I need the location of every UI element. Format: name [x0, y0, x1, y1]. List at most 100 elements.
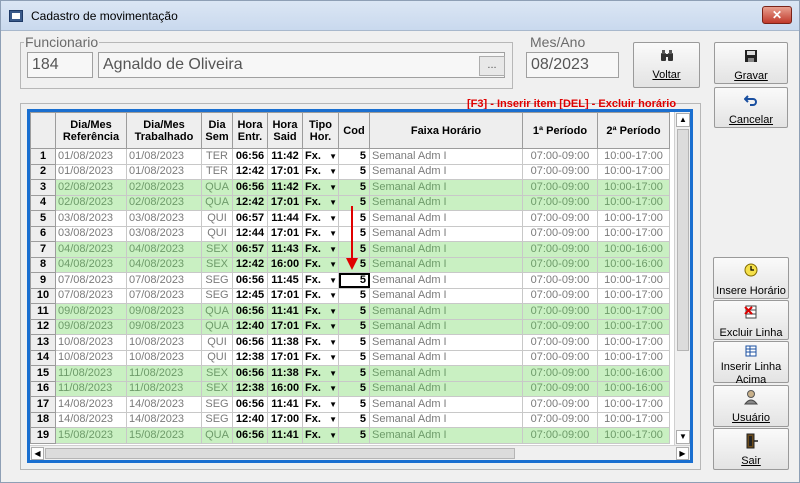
dropdown-arrow-icon[interactable]: ▼ — [329, 243, 337, 256]
table-row[interactable]: 1 01/08/2023 01/08/2023 TER 06:56 11:42 Fx. ▼ 5 S… — [30, 148, 670, 165]
cell-data-referencia[interactable]: 07/08/2023 — [55, 287, 127, 304]
column-header[interactable]: Dia Sem — [201, 112, 233, 149]
cell-dia-semana[interactable]: SEG — [201, 396, 233, 413]
cell-primeiro-periodo[interactable]: 07:00-09:00 — [522, 163, 598, 180]
column-header[interactable]: Faixa Horário — [369, 112, 523, 149]
cell-tipo-horario[interactable]: Fx. ▼ — [302, 427, 339, 444]
cell-tipo-horario[interactable]: Fx. ▼ — [302, 225, 339, 242]
dropdown-arrow-icon[interactable]: ▼ — [329, 196, 337, 209]
cell-dia-semana[interactable]: QUI — [201, 210, 233, 227]
dropdown-arrow-icon[interactable]: ▼ — [329, 398, 337, 411]
cell-dia-semana[interactable]: QUI — [201, 349, 233, 366]
table-row[interactable]: 17 14/08/2023 14/08/2023 SEG 06:56 11:41 Fx. ▼ 5… — [30, 396, 670, 413]
cell-segundo-periodo[interactable]: 10:00-17:00 — [597, 194, 670, 211]
cell-hora-entrada[interactable]: 06:57 — [232, 210, 268, 227]
cell-codigo[interactable]: 5 — [338, 303, 370, 320]
cell-dia-semana[interactable]: QUI — [201, 225, 233, 242]
cell-primeiro-periodo[interactable]: 07:00-09:00 — [522, 194, 598, 211]
cell-hora-saida[interactable]: 11:42 — [267, 179, 303, 196]
cell-segundo-periodo[interactable]: 10:00-17:00 — [597, 427, 670, 444]
cell-hora-saida[interactable]: 17:01 — [267, 194, 303, 211]
row-number[interactable]: 3 — [30, 179, 56, 196]
cell-segundo-periodo[interactable]: 10:00-16:00 — [597, 380, 670, 397]
cell-faixa-horario[interactable]: Semanal Adm I — [369, 334, 523, 351]
cell-data-trabalhado[interactable]: 09/08/2023 — [126, 303, 202, 320]
dropdown-arrow-icon[interactable]: ▼ — [329, 212, 337, 225]
dropdown-arrow-icon[interactable]: ▼ — [329, 274, 337, 287]
cell-dia-semana[interactable]: QUA — [201, 318, 233, 335]
cell-segundo-periodo[interactable]: 10:00-16:00 — [597, 241, 670, 258]
cell-codigo[interactable]: 5 — [338, 179, 370, 196]
funcionario-name-field[interactable]: Agnaldo de Oliveira — [98, 52, 505, 78]
cell-data-trabalhado[interactable]: 09/08/2023 — [126, 318, 202, 335]
cell-hora-entrada[interactable]: 12:42 — [232, 194, 268, 211]
row-number[interactable]: 16 — [30, 380, 56, 397]
cell-primeiro-periodo[interactable]: 07:00-09:00 — [522, 225, 598, 242]
cell-data-trabalhado[interactable]: 01/08/2023 — [126, 148, 202, 165]
cell-segundo-periodo[interactable]: 10:00-17:00 — [597, 318, 670, 335]
cell-tipo-horario[interactable]: Fx. ▼ — [302, 241, 339, 258]
table-row[interactable]: 12 09/08/2023 09/08/2023 QUA 12:40 17:01 Fx. ▼ 5… — [30, 318, 670, 335]
cell-hora-entrada[interactable]: 06:56 — [232, 365, 268, 382]
cell-dia-semana[interactable]: SEG — [201, 411, 233, 428]
cell-data-referencia[interactable]: 14/08/2023 — [55, 411, 127, 428]
table-row[interactable]: 13 10/08/2023 10/08/2023 QUI 06:56 11:38 Fx. ▼ 5… — [30, 334, 670, 351]
cell-data-referencia[interactable]: 04/08/2023 — [55, 256, 127, 273]
cell-faixa-horario[interactable]: Semanal Adm I — [369, 256, 523, 273]
cell-codigo[interactable]: 5 — [338, 272, 370, 289]
cell-hora-saida[interactable]: 16:00 — [267, 380, 303, 397]
cell-primeiro-periodo[interactable]: 07:00-09:00 — [522, 427, 598, 444]
cell-data-trabalhado[interactable]: 10/08/2023 — [126, 334, 202, 351]
row-number[interactable]: 13 — [30, 334, 56, 351]
cell-hora-entrada[interactable]: 12:40 — [232, 318, 268, 335]
cell-tipo-horario[interactable]: Fx. ▼ — [302, 365, 339, 382]
cell-data-trabalhado[interactable]: 11/08/2023 — [126, 365, 202, 382]
table-row[interactable]: 2 01/08/2023 01/08/2023 TER 12:42 17:01 Fx. ▼ 5 S… — [30, 163, 670, 180]
cell-data-referencia[interactable]: 02/08/2023 — [55, 179, 127, 196]
gravar-button[interactable]: Gravar — [714, 42, 788, 84]
cell-segundo-periodo[interactable]: 10:00-17:00 — [597, 163, 670, 180]
cell-hora-entrada[interactable]: 12:38 — [232, 380, 268, 397]
cell-hora-saida[interactable]: 11:41 — [267, 303, 303, 320]
cell-data-referencia[interactable]: 11/08/2023 — [55, 365, 127, 382]
dropdown-arrow-icon[interactable]: ▼ — [329, 305, 337, 318]
scroll-up-icon[interactable]: ▲ — [676, 113, 690, 127]
cell-faixa-horario[interactable]: Semanal Adm I — [369, 241, 523, 258]
dropdown-arrow-icon[interactable]: ▼ — [329, 181, 337, 194]
cell-hora-entrada[interactable]: 12:38 — [232, 349, 268, 366]
cell-hora-saida[interactable]: 11:42 — [267, 148, 303, 165]
dropdown-arrow-icon[interactable]: ▼ — [329, 165, 337, 178]
cell-hora-saida[interactable]: 11:44 — [267, 210, 303, 227]
dropdown-arrow-icon[interactable]: ▼ — [329, 320, 337, 333]
table-row[interactable]: 10 07/08/2023 07/08/2023 SEG 12:45 17:01 Fx. ▼ 5… — [30, 287, 670, 304]
row-number[interactable]: 11 — [30, 303, 56, 320]
cell-codigo[interactable]: 5 — [338, 349, 370, 366]
cancelar-button[interactable]: Cancelar — [714, 87, 788, 128]
column-header[interactable]: 1ª Período — [522, 112, 598, 149]
cell-tipo-horario[interactable]: Fx. ▼ — [302, 303, 339, 320]
cell-dia-semana[interactable]: SEX — [201, 241, 233, 258]
scroll-right-icon[interactable]: ▶ — [676, 447, 689, 460]
cell-segundo-periodo[interactable]: 10:00-17:00 — [597, 411, 670, 428]
row-number[interactable]: 19 — [30, 427, 56, 444]
scroll-left-icon[interactable]: ◀ — [31, 447, 44, 460]
cell-dia-semana[interactable]: TER — [201, 163, 233, 180]
cell-segundo-periodo[interactable]: 10:00-17:00 — [597, 272, 670, 289]
dropdown-arrow-icon[interactable]: ▼ — [329, 413, 337, 426]
excluir-linha-button[interactable]: Excluir Linha — [713, 300, 789, 340]
table-row[interactable]: 15 11/08/2023 11/08/2023 SEX 06:56 11:38 Fx. ▼ 5… — [30, 365, 670, 382]
cell-tipo-horario[interactable]: Fx. ▼ — [302, 272, 339, 289]
table-row[interactable]: 9 07/08/2023 07/08/2023 SEG 06:56 11:45 Fx. ▼ 5 S… — [30, 272, 670, 289]
vertical-scrollbar[interactable]: ▲ ▼ — [674, 112, 690, 445]
cell-dia-semana[interactable]: SEX — [201, 256, 233, 273]
table-row[interactable]: 16 11/08/2023 11/08/2023 SEX 12:38 16:00 Fx. ▼ 5… — [30, 380, 670, 397]
cell-dia-semana[interactable]: QUA — [201, 179, 233, 196]
funcionario-code-field[interactable]: 184 — [27, 52, 93, 78]
cell-tipo-horario[interactable]: Fx. ▼ — [302, 194, 339, 211]
cell-data-trabalhado[interactable]: 04/08/2023 — [126, 256, 202, 273]
cell-faixa-horario[interactable]: Semanal Adm I — [369, 365, 523, 382]
cell-hora-saida[interactable]: 17:01 — [267, 349, 303, 366]
cell-data-referencia[interactable]: 07/08/2023 — [55, 272, 127, 289]
cell-hora-saida[interactable]: 11:41 — [267, 427, 303, 444]
cell-primeiro-periodo[interactable]: 07:00-09:00 — [522, 380, 598, 397]
